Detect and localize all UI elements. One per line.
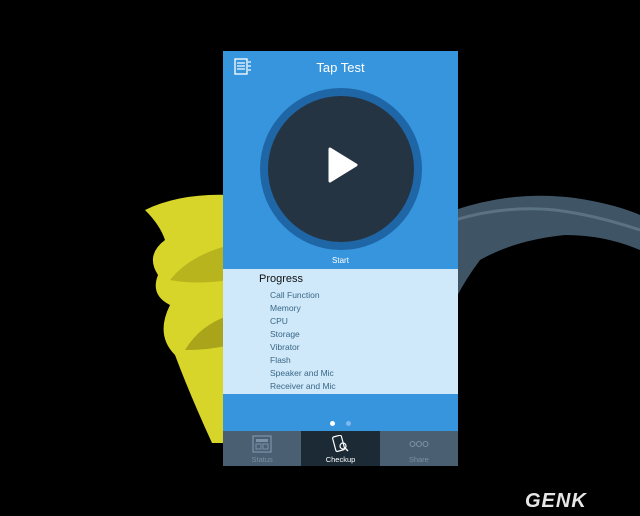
phone-search-icon	[332, 435, 349, 453]
tab-label: Checkup	[325, 455, 356, 464]
page-title: Tap Test	[316, 60, 365, 75]
progress-item: Storage	[270, 329, 300, 339]
progress-item: Speaker and Mic	[270, 368, 334, 378]
start-button[interactable]	[268, 96, 414, 242]
tab-bar: Status Checkup Share	[223, 431, 458, 466]
watermark-logo: GENK	[525, 490, 587, 512]
background-leaf	[455, 195, 640, 300]
tab-label: Status	[251, 455, 273, 464]
progress-title: Progress	[259, 273, 304, 285]
progress-item: CPU	[270, 316, 288, 326]
tab-label: Share	[408, 455, 429, 464]
page-dot[interactable]	[345, 421, 351, 426]
phone-screen: Tap Test Start Progress Call Function Me…	[223, 51, 458, 466]
progress-item: Vibrator	[270, 342, 300, 352]
tab-checkup[interactable]: Checkup	[301, 431, 380, 466]
tab-share[interactable]: Share	[380, 431, 458, 466]
background-flower	[145, 194, 230, 443]
top-bar: Tap Test	[223, 51, 458, 85]
tab-status[interactable]: Status	[223, 431, 301, 466]
page-dot-active[interactable]	[330, 421, 336, 426]
progress-panel: Progress Call Function Memory CPU Storag…	[223, 269, 458, 394]
progress-item: Receiver and Mic	[270, 381, 336, 391]
start-label: Start	[332, 256, 349, 265]
more-dots-icon	[409, 440, 429, 448]
page-indicator	[223, 413, 458, 431]
status-icon	[252, 435, 272, 453]
progress-item: Flash	[270, 355, 291, 365]
progress-item: Memory	[270, 303, 301, 313]
progress-item: Call Function	[270, 290, 320, 300]
play-icon	[328, 147, 358, 183]
